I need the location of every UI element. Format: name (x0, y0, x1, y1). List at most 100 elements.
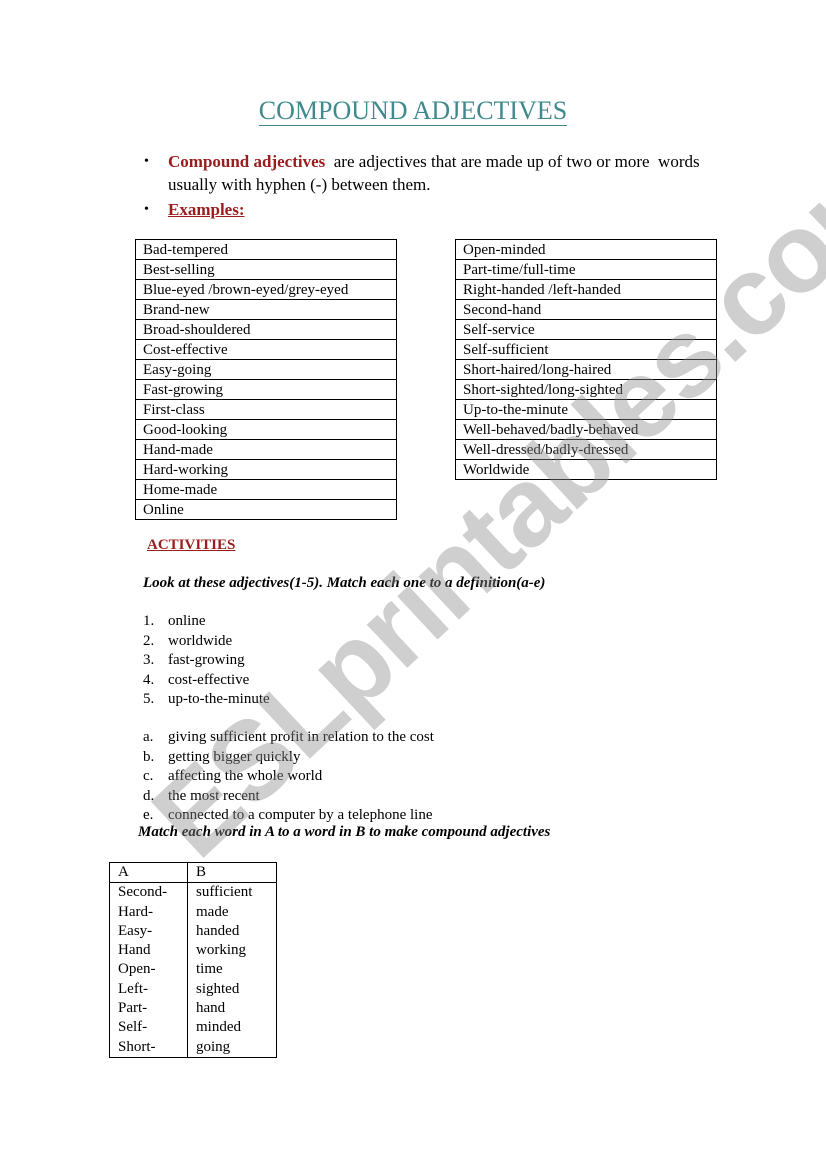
definition-list: a. giving sufficient profit in relation t… (143, 728, 434, 826)
example-word: Right-handed /left-handed (455, 279, 717, 300)
example-word: Short-sighted/long-sighted (455, 379, 717, 400)
example-row: Second-hand (455, 299, 717, 320)
exercise-1-instruction: Look at these adjectives(1-5). Match eac… (143, 575, 546, 591)
matching-row: Easy-handed (109, 921, 277, 942)
example-word: Blue-eyed /brown-eyed/grey-eyed (135, 279, 397, 300)
example-row: Open-minded (455, 239, 717, 260)
list-marker: 2. (143, 632, 155, 649)
list-marker: e. (143, 807, 154, 823)
example-row: Self-sufficient (455, 339, 717, 360)
definition-item: c. affecting the whole world (143, 767, 434, 787)
example-word: Good-looking (135, 419, 397, 440)
column-a-word: Easy- (109, 921, 188, 942)
column-a-word: Self- (109, 1018, 188, 1038)
definition-item: a. giving sufficient profit in relation t… (143, 728, 434, 748)
matching-row: Second-sufficient (109, 882, 277, 903)
adjective-item: 4. cost-effective (143, 671, 270, 691)
example-word: Up-to-the-minute (455, 399, 717, 420)
examples-bullet: • Examples: (142, 198, 702, 221)
column-a-word: Hand (109, 941, 188, 961)
matching-row: Hand working (109, 941, 277, 961)
definition-term: Compound adjectives (168, 152, 326, 171)
matching-table: A B Second-sufficient Hard-made Easy-hande… (109, 861, 277, 1058)
example-word: Brand-new (135, 299, 397, 320)
intro-section: • Compound adjectives are adjectives tha… (142, 150, 702, 221)
list-text: the most recent (168, 787, 260, 804)
list-text: cost-effective (168, 671, 250, 688)
example-word: Fast-growing (135, 379, 397, 400)
definition-bullet: • Compound adjectives are adjectives tha… (142, 150, 702, 196)
column-b-word: handed (187, 921, 277, 942)
column-b-word: sufficient (187, 882, 277, 903)
example-row: Cost-effective (135, 339, 397, 360)
example-word: Hard-working (135, 459, 397, 480)
examples-table-left: Bad-tempered Best-selling Blue-eyed /brown… (135, 239, 397, 520)
example-row: Right-handed /left-handed (455, 279, 717, 300)
list-text: connected to a computer by a telephone l… (168, 807, 433, 823)
example-word: Broad-shouldered (135, 319, 397, 340)
column-a-word: Part- (109, 999, 188, 1019)
example-row: Bad-tempered (135, 239, 397, 260)
column-b-header: B (187, 861, 277, 884)
example-word: Easy-going (135, 359, 397, 380)
example-row: Broad-shouldered (135, 319, 397, 340)
adjective-item: 1. online (143, 612, 270, 632)
list-marker: a. (143, 729, 154, 745)
example-row: Good-looking (135, 419, 397, 440)
list-text: worldwide (168, 632, 233, 649)
list-text: giving sufficient profit in relation to … (168, 729, 434, 745)
example-row: Short-haired/long-haired (455, 359, 717, 380)
example-row: Brand-new (135, 299, 397, 320)
example-word: Open-minded (455, 239, 717, 260)
example-word: Best-selling (135, 259, 397, 280)
example-row: Well-dressed/badly-dressed (455, 439, 717, 460)
example-row: Hand-made (135, 439, 397, 460)
examples-heading: Examples: (168, 200, 245, 219)
example-word: Part-time/full-time (455, 259, 717, 280)
adjective-item: 3. fast-growing (143, 651, 270, 671)
column-b-word: hand (187, 999, 277, 1019)
adjective-list: 1. online 2. worldwide 3. fast-growing 4. cost-… (143, 612, 270, 710)
example-row: Online (135, 499, 397, 520)
column-b-word: time (187, 960, 277, 980)
column-a-word: Hard- (109, 902, 188, 922)
column-a-word: Left- (109, 979, 188, 1000)
example-row: Best-selling (135, 259, 397, 280)
list-text: fast-growing (168, 652, 245, 668)
example-word: Short-haired/long-haired (455, 359, 717, 380)
example-word: Bad-tempered (135, 239, 397, 260)
list-marker: 4. (143, 671, 155, 688)
column-a-word: Second- (109, 882, 188, 903)
matching-row: Part-hand (109, 999, 277, 1019)
list-text: getting bigger quickly (168, 748, 301, 765)
example-word: Self-sufficient (455, 339, 717, 360)
list-marker: 3. (143, 652, 155, 668)
list-marker: 5. (143, 691, 155, 707)
list-marker: c. (143, 768, 154, 784)
example-word: Cost-effective (135, 339, 397, 360)
example-row: Part-time/full-time (455, 259, 717, 280)
list-text: online (168, 613, 206, 629)
matching-row: Open-time (109, 960, 277, 980)
example-word: Well-behaved/badly-behaved (455, 419, 717, 440)
example-row: First-class (135, 399, 397, 420)
exercise-2-instruction: Match each word in A to a word in B to m… (138, 824, 551, 840)
column-a-word: Short- (109, 1037, 188, 1058)
bullet-icon: • (144, 154, 149, 169)
matching-table-header: A B (109, 861, 277, 884)
example-word: Hand-made (135, 439, 397, 460)
example-row: Short-sighted/long-sighted (455, 379, 717, 400)
example-row: Up-to-the-minute (455, 399, 717, 420)
list-marker: d. (143, 787, 155, 804)
definition-item: d. the most recent (143, 787, 434, 807)
list-marker: 1. (143, 613, 155, 629)
example-word: Self-service (455, 319, 717, 340)
adjective-item: 2. worldwide (143, 632, 270, 652)
example-row: Well-behaved/badly-behaved (455, 419, 717, 440)
example-row: Home-made (135, 479, 397, 500)
column-b-word: made (187, 902, 277, 922)
matching-row: Hard-made (109, 902, 277, 922)
definition-item: e. connected to a computer by a telephone… (143, 806, 434, 826)
example-row: Fast-growing (135, 379, 397, 400)
example-word: First-class (135, 399, 397, 420)
